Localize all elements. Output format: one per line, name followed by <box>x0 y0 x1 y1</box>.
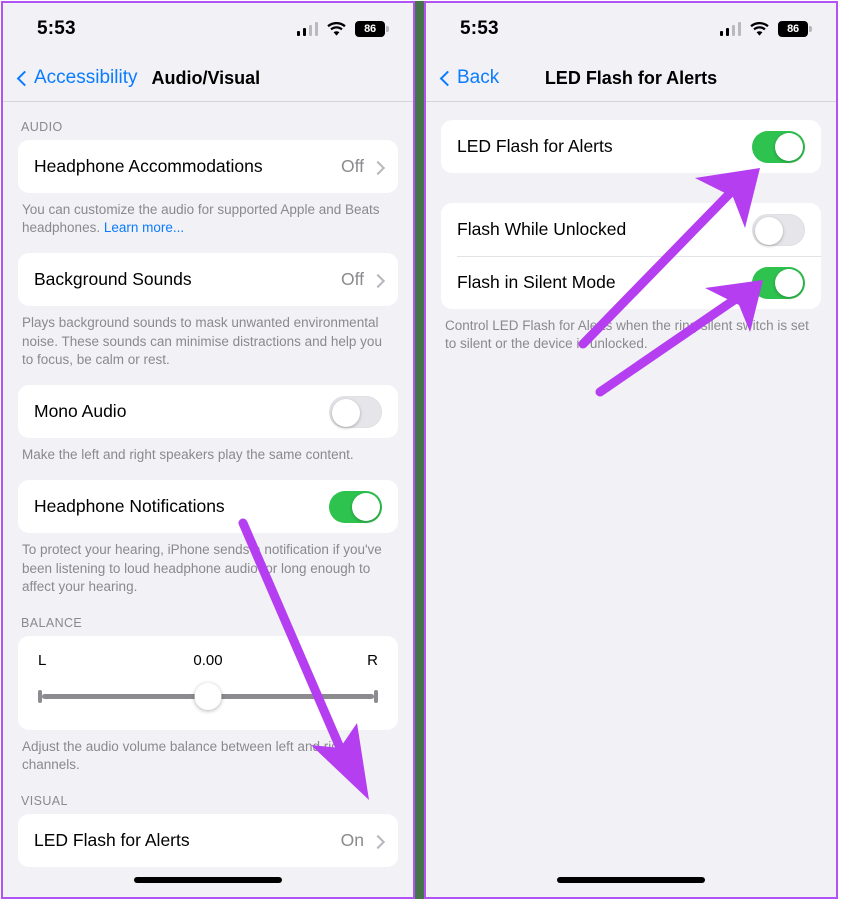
toggle-knob <box>775 132 803 161</box>
card-headphone-accommodations: Headphone Accommodations Off <box>18 140 398 193</box>
section-header-balance: BALANCE <box>21 615 83 630</box>
card-led-flash-master: LED Flash for Alerts <box>441 120 821 173</box>
settings-list-right: LED Flash for Alerts Flash While Unlocke… <box>426 102 836 897</box>
row-label: Flash While Unlocked <box>457 219 627 239</box>
balance-value: 0.00 <box>193 652 223 670</box>
panel-divider <box>415 1 424 899</box>
row-right <box>752 266 805 299</box>
footnote-text: You can customize the audio for supporte… <box>22 202 380 236</box>
status-bar-right: 5:53 86 <box>426 3 836 55</box>
wifi-icon <box>327 22 346 36</box>
toggle-knob <box>352 492 380 521</box>
status-indicators: 86 <box>719 21 812 37</box>
card-flash-options: Flash While Unlocked Flash in Silent Mod… <box>441 203 821 309</box>
battery-icon: 86 <box>355 21 389 37</box>
row-value: On <box>340 830 364 851</box>
wifi-icon <box>750 22 769 36</box>
footnote-balance: Adjust the audio volume balance between … <box>22 738 350 773</box>
chevron-right-icon <box>373 272 382 288</box>
footnote-flash-options: Control LED Flash for Alerts when the ri… <box>445 318 809 352</box>
row-label: Mono Audio <box>34 401 127 422</box>
row-right <box>329 490 382 523</box>
balance-labels: L 0.00 R <box>36 648 380 674</box>
row-right <box>752 213 805 246</box>
row-label: Headphone Accommodations <box>34 156 263 176</box>
footnote-headphone-notifications: To protect your hearing, iPhone sends a … <box>22 542 382 594</box>
card-balance: L 0.00 R <box>18 635 398 730</box>
screenshot-stage: 5:53 86 Accessibility Audio/Visual AUDIO… <box>0 0 843 900</box>
row-label: Flash in Silent Mode <box>457 272 616 292</box>
row-headphone-notifications: Headphone Notifications <box>18 480 398 533</box>
chevron-left-icon <box>440 69 451 88</box>
toggle-flash-while-unlocked[interactable] <box>752 213 805 246</box>
row-headphone-accommodations[interactable]: Headphone Accommodations Off <box>18 140 398 193</box>
back-button-accessibility[interactable]: Accessibility <box>17 67 137 89</box>
row-right <box>329 395 382 428</box>
navigation-bar-left: Accessibility Audio/Visual <box>3 55 413 102</box>
slider-cap-right <box>374 689 378 703</box>
row-value: Off <box>340 156 364 176</box>
toggle-knob <box>332 398 360 427</box>
row-right: On <box>341 830 382 851</box>
toggle-knob <box>775 268 803 297</box>
learn-more-link[interactable]: Learn more... <box>104 220 184 235</box>
battery-level: 86 <box>364 22 376 35</box>
left-phone-screen: 5:53 86 Accessibility Audio/Visual AUDIO… <box>1 1 415 899</box>
footnote-background-sounds: Plays background sounds to mask unwanted… <box>22 315 382 367</box>
slider-thumb[interactable] <box>194 682 222 710</box>
section-header-visual: VISUAL <box>21 794 68 809</box>
toggle-led-flash-for-alerts[interactable] <box>752 130 805 163</box>
back-button[interactable]: Back <box>440 67 499 89</box>
row-flash-in-silent-mode: Flash in Silent Mode <box>441 256 821 309</box>
right-phone-screen: 5:53 86 Back LED Flash for Alerts LED Fl… <box>424 1 838 899</box>
battery-icon: 86 <box>778 21 812 37</box>
row-led-flash-for-alerts[interactable]: LED Flash for Alerts On <box>18 814 398 867</box>
row-value: Off <box>340 269 364 290</box>
balance-slider[interactable] <box>36 682 380 710</box>
battery-level: 86 <box>787 22 799 35</box>
home-indicator <box>134 877 282 883</box>
card-led-flash-for-alerts: LED Flash for Alerts On <box>18 814 398 868</box>
row-mono-audio: Mono Audio <box>18 385 398 438</box>
row-background-sounds[interactable]: Background Sounds Off <box>18 253 398 306</box>
chevron-left-icon <box>17 69 28 88</box>
status-bar-left: 5:53 86 <box>3 3 413 55</box>
row-right: Off <box>341 269 382 290</box>
row-led-flash-for-alerts: LED Flash for Alerts <box>441 120 821 173</box>
settings-list-left: AUDIO Headphone Accommodations Off You c… <box>3 102 413 897</box>
row-right: Off <box>341 156 382 177</box>
card-headphone-notifications: Headphone Notifications <box>18 480 398 534</box>
navigation-bar-right: Back LED Flash for Alerts <box>426 55 836 102</box>
status-time: 5:53 <box>37 18 76 39</box>
toggle-mono-audio[interactable] <box>329 395 382 428</box>
footnote-headphone-accommodations: You can customize the audio for supporte… <box>18 193 398 239</box>
back-button-label: Back <box>457 67 500 88</box>
home-indicator <box>557 877 705 883</box>
page-title: Audio/Visual <box>151 67 261 88</box>
status-time: 5:53 <box>460 18 499 39</box>
row-label: Background Sounds <box>34 269 192 290</box>
status-indicators: 86 <box>296 21 389 37</box>
row-label: Headphone Notifications <box>34 496 225 517</box>
row-label: LED Flash for Alerts <box>457 136 613 156</box>
back-button-label: Accessibility <box>34 67 138 88</box>
row-right <box>752 130 805 163</box>
balance-right-label: R <box>367 652 378 670</box>
chevron-right-icon <box>373 159 382 175</box>
card-background-sounds: Background Sounds Off <box>18 253 398 307</box>
row-label: LED Flash for Alerts <box>34 830 190 851</box>
chevron-right-icon <box>373 833 382 849</box>
row-flash-while-unlocked: Flash While Unlocked <box>441 203 821 256</box>
toggle-flash-in-silent-mode[interactable] <box>752 266 805 299</box>
card-mono-audio: Mono Audio <box>18 385 398 439</box>
toggle-headphone-notifications[interactable] <box>329 490 382 523</box>
cellular-signal-icon <box>719 22 741 36</box>
footnote-mono-audio: Make the left and right speakers play th… <box>22 447 354 463</box>
toggle-knob <box>755 216 783 245</box>
section-header-audio: AUDIO <box>21 120 63 134</box>
cellular-signal-icon <box>296 22 318 36</box>
